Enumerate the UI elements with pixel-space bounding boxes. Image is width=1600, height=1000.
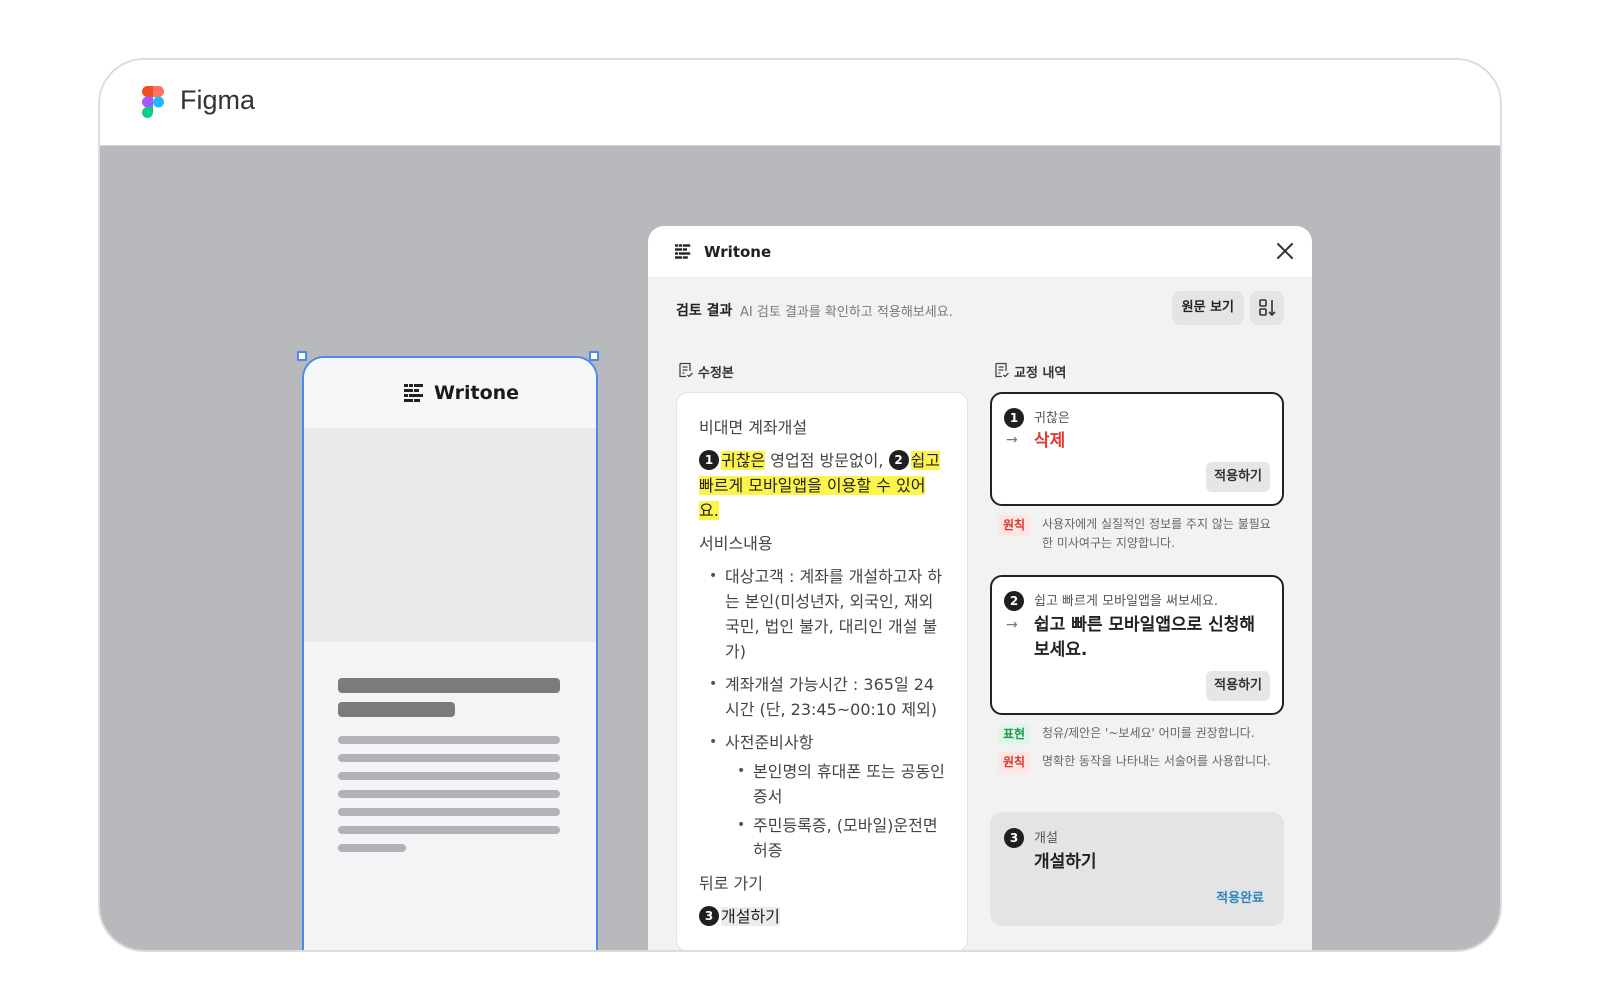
figma-topbar: Figma [100, 60, 1500, 146]
arrow-right-icon: → [1006, 617, 1018, 633]
marker-2[interactable]: 2 [888, 450, 909, 470]
plugin-title: Writone [704, 243, 772, 261]
correction-number: 1 [1004, 408, 1024, 428]
placeholder-line [338, 754, 560, 762]
review-subheader: 검토 결과 AI 검토 결과를 확인하고 적용해보세요. 원문 보기 [648, 278, 1312, 338]
resize-handle[interactable] [589, 351, 599, 361]
revised-paragraph: 1 귀찮은 영업점 방문없이, 2 쉽고 빠르게 모바일앱을 이용할 수 있어요. [699, 448, 945, 523]
rule-note: 원칙 명확한 동작을 나타내는 서술어를 사용합니다. [998, 752, 1278, 773]
writone-logo-icon [675, 244, 691, 259]
revised-heading: 비대면 계좌개설 [699, 418, 808, 437]
rule-tag: 표현 [998, 724, 1031, 745]
correction-original: 개설 [1034, 831, 1058, 846]
revised-text: 비대면 계좌개설 1 귀찮은 영업점 방문없이, 2 쉽고 빠르게 모바일앱을 이용… [676, 392, 968, 950]
correction-suggestion: 개설하기 [1034, 852, 1097, 872]
resize-handle[interactable] [297, 351, 307, 361]
figma-canvas[interactable]: Writone Writone 검토 결과 AI 검토 결과를 확인하고 적용해… [100, 146, 1500, 950]
review-description: AI 검토 결과를 확인하고 적용해보세요. [740, 305, 953, 320]
placeholder-line [338, 826, 560, 834]
rule-text: 사용자에게 실질적인 정보를 주지 않는 불필요한 미사여구는 지양합니다. [1042, 517, 1271, 550]
review-title: 검토 결과 [676, 303, 733, 319]
correction-number: 3 [1004, 828, 1024, 848]
placeholder-heading [338, 702, 455, 717]
placeholder-line [338, 844, 406, 852]
document-icon [995, 362, 1009, 378]
review-body: 수정본 교정 내역 비대면 계좌개설 1 귀찮은 영업점 방문없이, 2 쉽고 빠르… [648, 338, 1312, 950]
rule-note: 표현 청유/제안은 '~보세요' 어미를 권장합니다. [998, 724, 1278, 745]
sub-list-item: 본인명의 휴대폰 또는 공동인증서 [699, 759, 945, 809]
rule-text: 청유/제안은 '~보세요' 어미를 권장합니다. [1042, 726, 1255, 740]
placeholder-line [338, 736, 560, 744]
service-heading: 서비스내용 [699, 534, 773, 553]
close-icon[interactable] [1274, 240, 1296, 262]
marker-3[interactable]: 3 [699, 906, 719, 926]
list-item: 사전준비사항 [699, 730, 945, 755]
rule-text: 명확한 동작을 나타내는 서술어를 사용합니다. [1042, 754, 1271, 768]
sort-button[interactable] [1250, 291, 1284, 325]
document-icon [679, 362, 693, 378]
apply-button[interactable]: 적용하기 [1206, 462, 1270, 492]
writone-plugin-panel: Writone 검토 결과 AI 검토 결과를 확인하고 적용해보세요. 원문 … [648, 226, 1312, 950]
list-item: 대상고객 : 계좌를 개설하고자 하는 본인(미성년자, 외국인, 재외국민, … [699, 564, 945, 664]
correction-card[interactable]: 3 개설 개설하기 적용완료 [990, 812, 1284, 926]
placeholder-line [338, 808, 560, 816]
correction-suggestion: 삭제 [1034, 431, 1066, 451]
sub-list-item: 주민등록증, (모바일)운전면허증 [699, 813, 945, 863]
placeholder-heading [338, 678, 560, 693]
correction-card[interactable]: 2 쉽고 빠르게 모바일앱을 써보세요. → 쉽고 빠른 모바일앱으로 신청해 … [990, 575, 1284, 715]
correction-original: 쉽고 빠르게 모바일앱을 써보세요. [1034, 594, 1218, 609]
placeholder-line [338, 772, 560, 780]
revised-paragraph: 3 개설하기 [699, 904, 945, 929]
correction-card[interactable]: 1 귀찮은 → 삭제 적용하기 [990, 392, 1284, 506]
correction-suggestion: 쉽고 빠른 모바일앱으로 신청해 보세요. [1034, 615, 1256, 660]
phone-frame[interactable]: Writone [302, 356, 598, 950]
correction-original: 귀찮은 [1034, 411, 1070, 426]
arrow-right-icon: → [1006, 432, 1018, 448]
marker-1[interactable]: 1 [699, 450, 719, 470]
figma-window: Figma Writone Writone 검토 결과 AI 검토 결과를 확인… [98, 58, 1502, 952]
correction-number: 2 [1004, 591, 1024, 611]
rule-tag: 원칙 [998, 752, 1031, 773]
applied-status: 적용완료 [1216, 891, 1264, 906]
highlight-1[interactable]: 귀찮은 [721, 451, 766, 470]
list-item: 계좌개설 가능시간 : 365일 24시간 (단, 23:45~00:10 제외… [699, 672, 945, 722]
rule-tag: 원칙 [998, 515, 1031, 536]
view-original-button[interactable]: 원문 보기 [1171, 291, 1244, 325]
figma-logo-icon [142, 86, 164, 118]
app-name: Figma [180, 85, 256, 115]
phone-title: Writone [434, 382, 520, 404]
writone-logo-icon [404, 384, 423, 402]
apply-button[interactable]: 적용하기 [1206, 671, 1270, 701]
plain-text: 영업점 방문없이, [765, 451, 889, 470]
revised-label: 수정본 [698, 366, 734, 381]
placeholder-line [338, 790, 560, 798]
plugin-header: Writone [648, 226, 1312, 278]
phone-header: Writone [304, 358, 596, 428]
history-label: 교정 내역 [1014, 366, 1067, 381]
rule-note: 원칙 사용자에게 실질적인 정보를 주지 않는 불필요한 미사여구는 지양합니다… [998, 515, 1278, 553]
highlight-3[interactable]: 개설하기 [721, 907, 780, 926]
sort-icon [1259, 299, 1276, 317]
back-text: 뒤로 가기 [699, 874, 763, 893]
image-placeholder [304, 428, 596, 642]
